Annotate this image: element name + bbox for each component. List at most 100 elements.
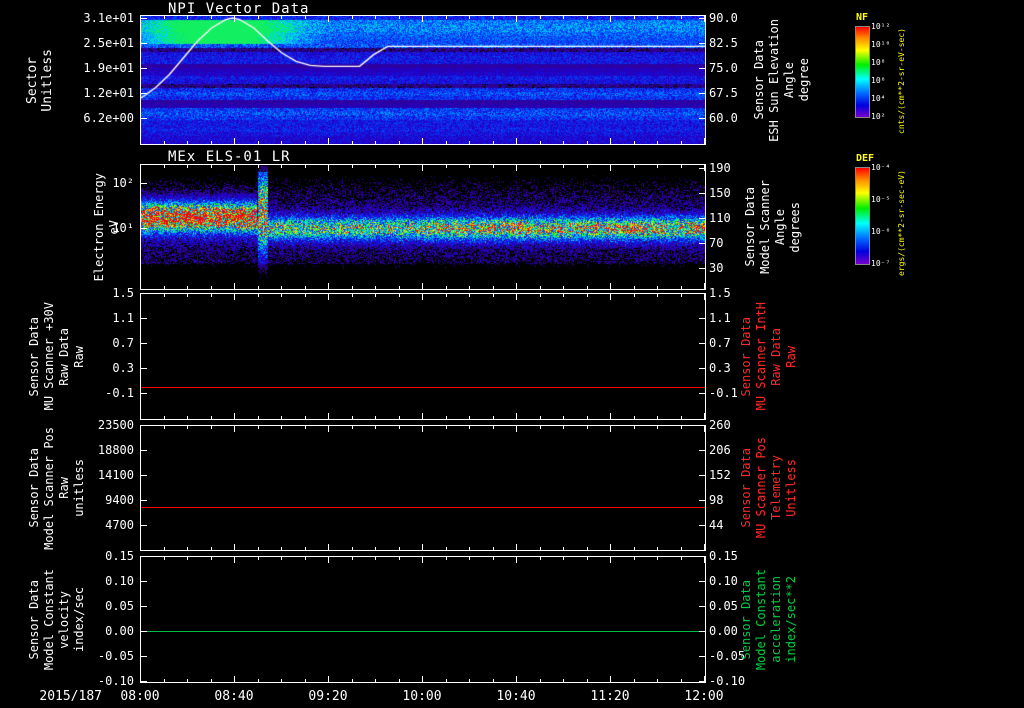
y-axis-tick-label: 1.9e+01	[72, 61, 134, 75]
x-tick-mark	[469, 416, 470, 419]
x-tick-mark	[399, 165, 400, 168]
x-tick-mark	[234, 413, 235, 419]
x-axis-tick-label: 12:00	[674, 689, 734, 704]
x-tick-mark	[634, 294, 635, 297]
right-axis-title: Sensor Data Model Scanner Angle degrees	[744, 164, 802, 290]
y-axis-tick-label: 2.5e+01	[72, 36, 134, 50]
x-tick-mark	[187, 294, 188, 297]
x-axis-tick-label: 10:40	[486, 689, 546, 704]
x-tick-mark	[305, 557, 306, 560]
x-tick-mark	[681, 547, 682, 550]
colorbar-nf-units: cnts/(cm**2-sr-eV-sec)	[897, 18, 906, 134]
x-tick-mark	[469, 547, 470, 550]
y-axis-title-line: Raw Data	[57, 328, 72, 386]
els-spectrogram-canvas	[141, 165, 705, 289]
x-tick-mark	[681, 416, 682, 419]
x-tick-mark	[587, 141, 588, 144]
x-tick-mark	[469, 426, 470, 429]
x-tick-mark	[469, 16, 470, 19]
x-tick-mark	[234, 426, 235, 432]
x-tick-mark	[422, 426, 423, 432]
y-axis-title: Sector Unitless	[22, 15, 58, 145]
x-tick-mark	[469, 557, 470, 560]
x-tick-mark	[704, 16, 705, 22]
x-tick-mark	[352, 416, 353, 419]
y-tick-mark	[699, 525, 705, 526]
x-tick-mark	[234, 138, 235, 144]
y-tick-mark	[699, 556, 705, 557]
x-tick-mark	[446, 557, 447, 560]
x-tick-mark	[587, 557, 588, 560]
x-tick-mark	[563, 557, 564, 560]
x-tick-mark	[305, 547, 306, 550]
spectrogram-panel-npi	[140, 15, 706, 145]
y-axis-title-line: Sensor Data	[27, 317, 42, 396]
y-tick-mark	[141, 475, 147, 476]
y-tick-mark	[699, 425, 705, 426]
x-tick-mark	[587, 294, 588, 297]
x-tick-mark	[446, 286, 447, 289]
x-tick-mark	[446, 426, 447, 429]
x-tick-mark	[634, 547, 635, 550]
x-tick-mark	[422, 294, 423, 300]
x-tick-mark	[634, 557, 635, 560]
colorbar-tick-label: 10⁻⁴	[871, 163, 890, 172]
x-tick-mark	[681, 426, 682, 429]
x-tick-mark	[493, 294, 494, 297]
x-tick-mark	[211, 547, 212, 550]
x-tick-mark	[164, 679, 165, 682]
x-tick-mark	[281, 547, 282, 550]
x-tick-mark	[634, 426, 635, 429]
x-tick-mark	[422, 544, 423, 550]
x-tick-mark	[281, 557, 282, 560]
x-tick-mark	[469, 165, 470, 168]
x-tick-mark	[140, 283, 141, 289]
x-tick-mark	[704, 426, 705, 432]
right-axis-title-line: Sensor Data	[739, 317, 754, 396]
colorbar-tick-label: 10⁸	[871, 58, 885, 67]
y-tick-mark	[699, 475, 705, 476]
x-tick-mark	[610, 294, 611, 300]
data-line	[141, 507, 705, 508]
x-tick-mark	[587, 165, 588, 168]
x-tick-mark	[305, 141, 306, 144]
x-tick-mark	[328, 544, 329, 550]
x-tick-mark	[563, 679, 564, 682]
x-tick-mark	[493, 679, 494, 682]
right-axis-title-line: Model Scanner	[758, 180, 773, 274]
x-tick-mark	[610, 426, 611, 432]
x-tick-mark	[446, 165, 447, 168]
y-tick-mark	[141, 293, 147, 294]
x-tick-mark	[422, 557, 423, 563]
x-tick-mark	[281, 679, 282, 682]
x-tick-mark	[681, 16, 682, 19]
x-tick-mark	[211, 286, 212, 289]
x-tick-mark	[140, 165, 141, 171]
x-tick-mark	[681, 679, 682, 682]
y-axis-title-line: Sensor Data	[27, 580, 42, 659]
y-tick-mark	[141, 631, 147, 632]
right-axis-title-line: Sensor Data	[739, 580, 754, 659]
x-tick-mark	[634, 416, 635, 419]
y-tick-mark	[141, 118, 147, 119]
x-tick-mark	[305, 679, 306, 682]
y-tick-mark	[699, 581, 705, 582]
x-tick-mark	[657, 16, 658, 19]
data-line	[141, 631, 705, 632]
y-axis-tick-label-right: 67.5	[709, 86, 755, 100]
y-axis-title: Electron Energy eV	[92, 164, 122, 290]
x-tick-mark	[399, 547, 400, 550]
x-tick-mark	[610, 544, 611, 550]
y-axis-title: Sensor Data MU Scanner +30V Raw Data Raw	[26, 293, 88, 420]
y-tick-mark	[699, 450, 705, 451]
x-tick-mark	[164, 416, 165, 419]
y-tick-mark	[699, 631, 705, 632]
y-axis-title-line: Electron Energy	[92, 173, 107, 281]
x-tick-mark	[305, 16, 306, 19]
y-tick-mark	[699, 343, 705, 344]
x-tick-mark	[587, 547, 588, 550]
x-tick-mark	[375, 141, 376, 144]
y-tick-mark	[699, 681, 705, 682]
y-axis-title-line: Unitless	[40, 49, 55, 112]
x-tick-mark	[211, 294, 212, 297]
